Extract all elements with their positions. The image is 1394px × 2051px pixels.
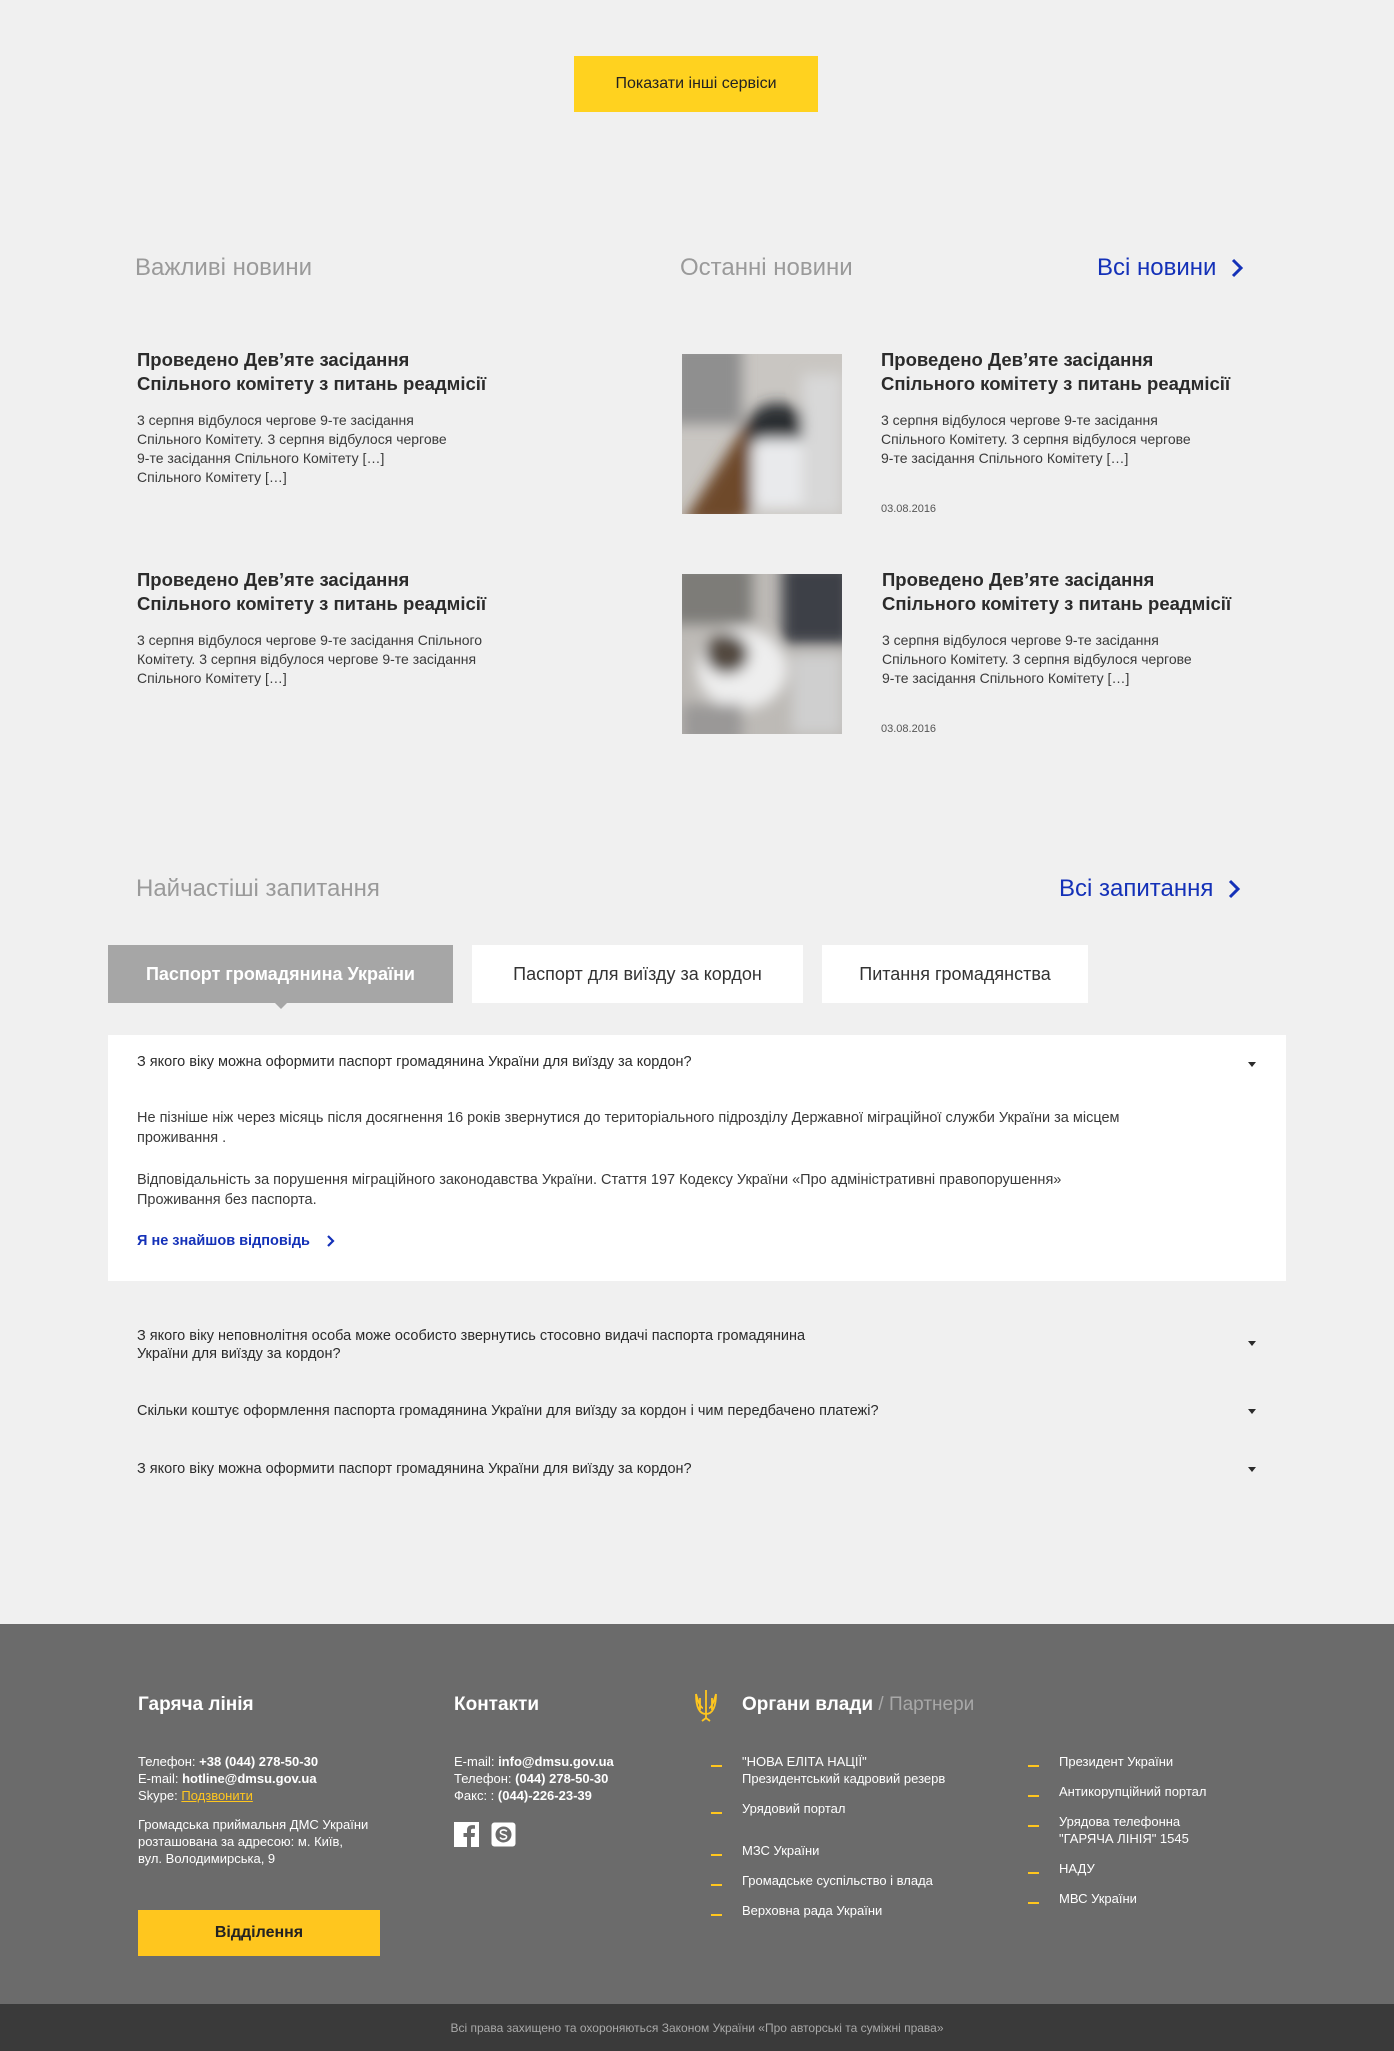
- news-excerpt: 3 серпня відбулося чергове 9-те засіданн…: [881, 412, 1191, 466]
- authorities-title: Органи влади / Партнери: [742, 1694, 975, 1715]
- tab-passport-abroad[interactable]: Паспорт для виїзду за кордон: [472, 945, 803, 1003]
- list-item[interactable]: Урядовий портал: [711, 1800, 1001, 1817]
- list-item[interactable]: НАДУ: [1028, 1860, 1298, 1877]
- caret-down-icon[interactable]: [1248, 1062, 1256, 1067]
- news-date: 03.08.2016: [881, 723, 937, 735]
- list-item[interactable]: "НОВА ЕЛІТА НАЦІЇ" Президентський кадрови…: [711, 1753, 1001, 1787]
- list-item[interactable]: Президент України: [1028, 1753, 1298, 1770]
- list-item[interactable]: Громадське суспільство і влада: [711, 1872, 1001, 1889]
- caret-down-icon[interactable]: [1248, 1409, 1256, 1414]
- caret-down-icon[interactable]: [1248, 1467, 1256, 1472]
- faq-question[interactable]: З якого віку можна оформити паспорт гром…: [137, 1460, 692, 1478]
- not-found-label: Я не знайшов відповідь: [137, 1233, 310, 1249]
- all-questions-label: Всі запитання: [1059, 875, 1214, 902]
- news-title: Проведено Дев’яте засідання Спільного ком…: [137, 349, 487, 394]
- branches-button[interactable]: Відділення: [138, 1910, 380, 1956]
- hotline-contacts: Телефон: +38 (044) 278-50-30 E-mail: hot…: [138, 1754, 319, 1803]
- news-thumbnail[interactable]: [682, 354, 842, 514]
- not-found-answer-link[interactable]: Я не знайшов відповідь: [137, 1233, 335, 1249]
- caret-down-icon[interactable]: [1248, 1341, 1256, 1346]
- news-title: Проведено Дев’яте засідання Спільного ком…: [137, 569, 487, 614]
- social-links: [454, 1822, 516, 1847]
- faq-answer-note: Відповідальність за порушення міграційно…: [137, 1172, 1062, 1208]
- trident-icon: [695, 1690, 717, 1722]
- authorities-tab[interactable]: Органи влади: [742, 1694, 873, 1715]
- faq-question[interactable]: Скільки коштує оформлення паспорта грома…: [137, 1402, 879, 1420]
- faq-title: Найчастіші запитання: [136, 875, 380, 902]
- authorities-list-col2: Президент України Антикорупційний портал…: [1028, 1753, 1298, 1920]
- news-date: 03.08.2016: [881, 503, 937, 515]
- faq-answer: Не пізніше ніж через місяць після досягн…: [137, 1110, 1120, 1146]
- list-item[interactable]: Верховна рада України: [711, 1902, 1001, 1919]
- facebook-icon[interactable]: [454, 1822, 479, 1847]
- skype-icon[interactable]: [491, 1822, 516, 1847]
- list-item[interactable]: Антикорупційний портал: [1028, 1783, 1298, 1800]
- chevron-right-icon: [1229, 879, 1241, 899]
- latest-news-title: Останні новини: [680, 254, 853, 281]
- list-item[interactable]: Урядова телефонна "ГАРЯЧА ЛІНІЯ" 1545: [1028, 1813, 1298, 1847]
- list-item[interactable]: МВС України: [1028, 1890, 1298, 1907]
- news-title: Проведено Дев’яте засідання Спільного ком…: [881, 349, 1231, 394]
- latest-news-item[interactable]: Проведено Дев’яте засідання Спільного ком…: [881, 348, 1281, 468]
- news-excerpt: 3 серпня відбулося чергове 9-те засіданн…: [882, 632, 1192, 686]
- news-title: Проведено Дев’яте засідання Спільного ком…: [882, 569, 1232, 614]
- hotline-address: Громадська приймальня ДМС України розташо…: [138, 1817, 369, 1866]
- news-excerpt: 3 серпня відбулося чергове 9-те засіданн…: [137, 412, 447, 485]
- tab-citizenship[interactable]: Питання громадянства: [822, 945, 1088, 1003]
- all-news-link[interactable]: Всі новини: [1097, 254, 1244, 282]
- active-tab-pointer: [270, 998, 292, 1009]
- latest-news-item[interactable]: Проведено Дев’яте засідання Спільного ком…: [882, 568, 1282, 688]
- copyright: Всі права захищено та охороняються Закон…: [0, 2004, 1394, 2051]
- partners-tab[interactable]: Партнери: [889, 1694, 974, 1715]
- chevron-right-icon: [1232, 258, 1244, 278]
- contacts-title: Контакти: [454, 1694, 540, 1715]
- tab-passport-citizen[interactable]: Паспорт громадянина України: [108, 945, 453, 1003]
- faq-question[interactable]: З якого віку можна оформити паспорт гром…: [137, 1053, 692, 1071]
- authorities-list-col1: "НОВА ЕЛІТА НАЦІЇ" Президентський кадрови…: [711, 1753, 1001, 1932]
- hotline-title: Гаряча лінія: [138, 1694, 254, 1715]
- skype-call-link[interactable]: Подзвонити: [181, 1788, 252, 1803]
- faq-question[interactable]: З якого віку неповнолітня особа може осо…: [137, 1327, 805, 1363]
- news-thumbnail[interactable]: [682, 574, 842, 734]
- important-news-title: Важливі новини: [135, 254, 312, 281]
- list-item[interactable]: МЗС України: [711, 1842, 1001, 1859]
- all-news-label: Всі новини: [1097, 254, 1217, 281]
- important-news-item[interactable]: Проведено Дев’яте засідання Спільного ком…: [137, 348, 557, 487]
- chevron-right-icon: [327, 1235, 335, 1247]
- show-other-services-button[interactable]: Показати інші сервіси: [574, 56, 818, 112]
- all-questions-link[interactable]: Всі запитання: [1059, 875, 1241, 903]
- news-excerpt: 3 серпня відбулося чергове 9-те засіданн…: [137, 632, 483, 686]
- contacts-info: E-mail: info@dmsu.gov.ua Телефон: (044) …: [454, 1754, 614, 1803]
- important-news-item[interactable]: Проведено Дев’яте засідання Спільного ком…: [137, 568, 557, 688]
